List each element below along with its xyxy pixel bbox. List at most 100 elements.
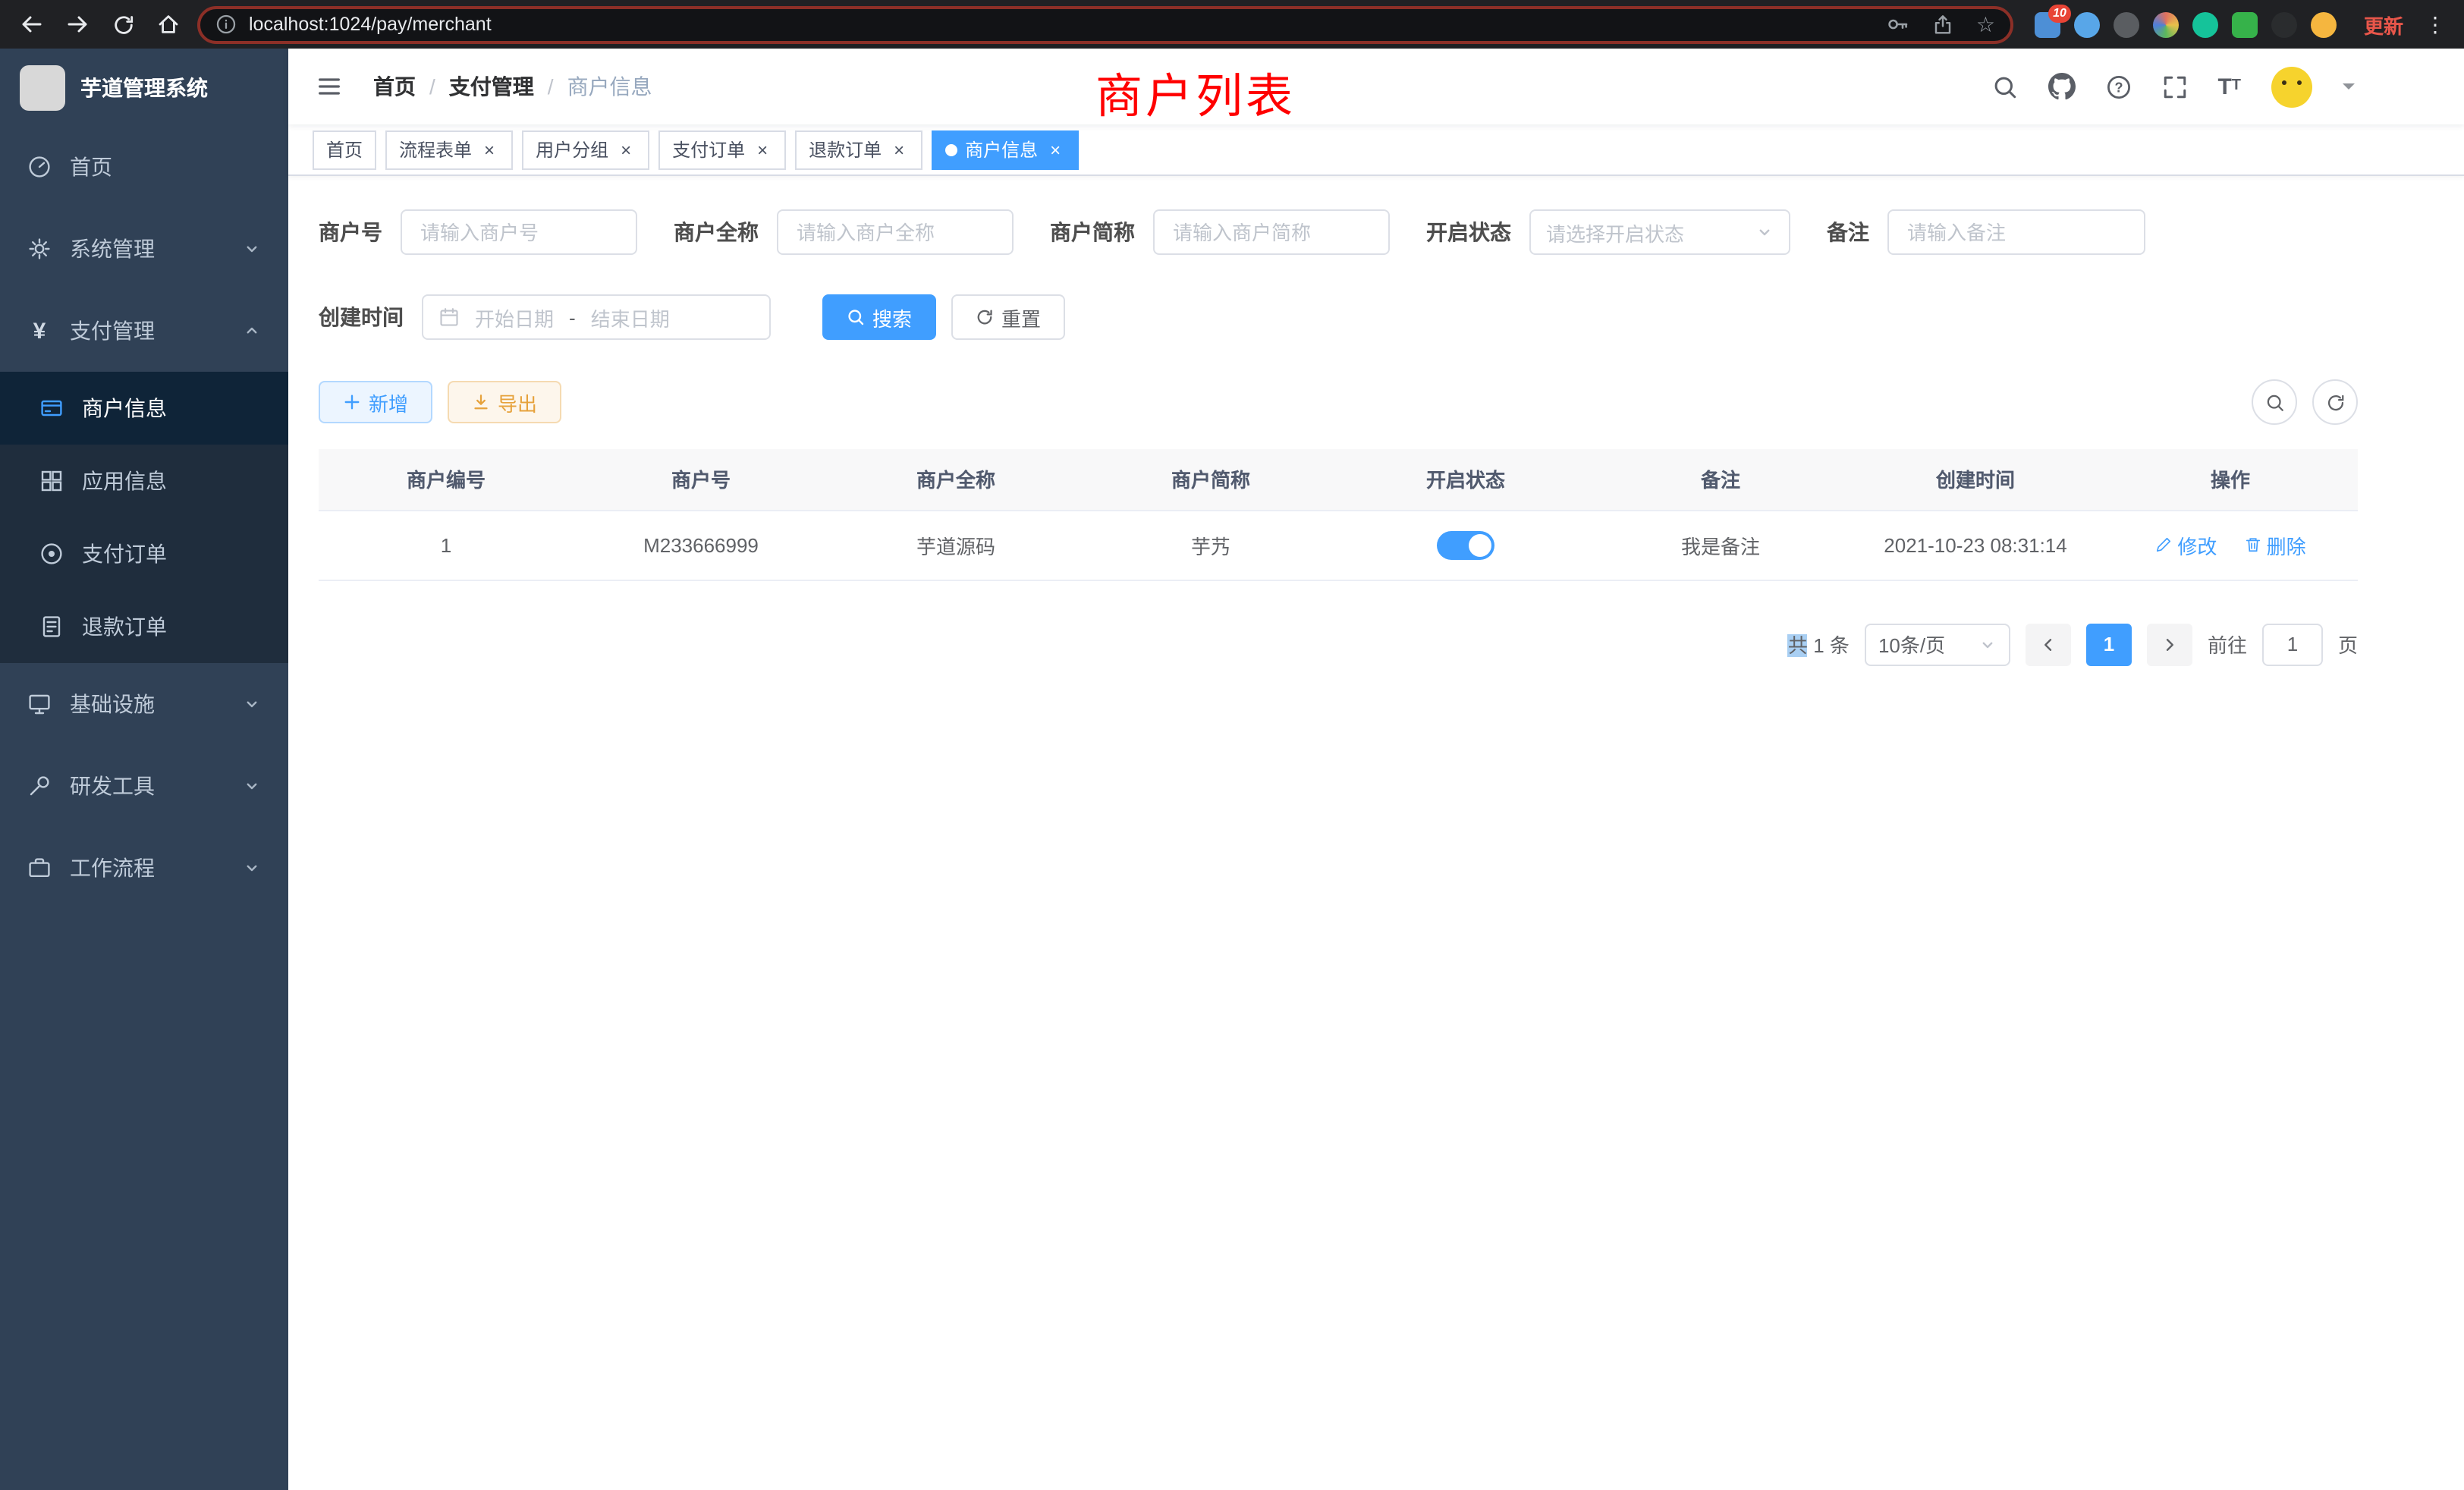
tab-merchant-info[interactable]: 商户信息 × <box>932 130 1079 169</box>
page-size-select[interactable]: 10条/页 <box>1865 623 2010 665</box>
logo-avatar <box>20 64 65 110</box>
target-icon <box>39 542 64 566</box>
merchant-no-input[interactable] <box>401 209 637 255</box>
search-icon[interactable] <box>1991 74 2017 99</box>
start-date-placeholder: 开始日期 <box>475 303 554 332</box>
edit-link[interactable]: 修改 <box>2154 530 2217 559</box>
close-icon[interactable]: × <box>479 140 499 159</box>
extension-icon-4[interactable] <box>2153 11 2179 37</box>
user-avatar[interactable] <box>2271 66 2312 107</box>
cell-status <box>1338 510 1593 580</box>
cell-full-name: 芋道源码 <box>828 510 1083 580</box>
fullscreen-icon[interactable] <box>2161 74 2187 99</box>
sidebar-item-merchant-info[interactable]: 商户信息 <box>0 372 288 445</box>
cell-short-name: 芋艿 <box>1083 510 1338 580</box>
share-icon[interactable] <box>1932 13 1955 36</box>
filter-label: 商户简称 <box>1050 217 1135 247</box>
close-icon[interactable]: × <box>753 140 772 159</box>
tab-label: 商户信息 <box>965 137 1038 162</box>
extension-icon-6[interactable] <box>2232 11 2258 37</box>
total-count: 1 <box>1813 634 1824 657</box>
toggle-search-button[interactable] <box>2252 379 2297 425</box>
remark-input[interactable] <box>1887 209 2145 255</box>
page-number-button[interactable]: 1 <box>2086 623 2132 665</box>
prev-page-button[interactable] <box>2026 623 2071 665</box>
delete-link[interactable]: 删除 <box>2244 530 2306 559</box>
refresh-table-button[interactable] <box>2312 379 2358 425</box>
export-button-label: 导出 <box>498 388 537 417</box>
url-bar[interactable]: localhost:1024/pay/merchant ☆ <box>197 5 2013 43</box>
site-info-icon[interactable] <box>215 14 237 35</box>
close-icon[interactable]: × <box>616 140 636 159</box>
browser-update-button[interactable]: 更新 <box>2364 10 2403 39</box>
tab-label: 首页 <box>326 137 363 162</box>
tags-view-bar: 首页 流程表单 × 用户分组 × 支付订单 × 退款订单 × <box>288 124 2464 176</box>
status-select[interactable]: 请选择开启状态 <box>1529 209 1790 255</box>
browser-menu-icon[interactable]: ⋮ <box>2422 11 2449 37</box>
extension-icon-3[interactable] <box>2114 11 2139 37</box>
document-icon <box>39 615 64 639</box>
breadcrumb-separator: / <box>548 74 554 99</box>
add-button[interactable]: 新增 <box>319 381 432 423</box>
goto-unit: 页 <box>2338 630 2358 659</box>
browser-refresh-icon[interactable] <box>106 8 140 41</box>
tab-process-form[interactable]: 流程表单 × <box>385 130 513 169</box>
password-key-icon[interactable] <box>1887 12 1911 36</box>
sidebar-item-dev-tools[interactable]: 研发工具 <box>0 745 288 827</box>
sidebar-item-workflow[interactable]: 工作流程 <box>0 827 288 909</box>
breadcrumb-item-payment[interactable]: 支付管理 <box>449 71 534 102</box>
cell-merchant-id: 1 <box>319 510 574 580</box>
tab-pay-order[interactable]: 支付订单 × <box>658 130 786 169</box>
next-page-button[interactable] <box>2147 623 2192 665</box>
close-icon[interactable]: × <box>889 140 909 159</box>
extension-icon-8[interactable] <box>2311 11 2337 37</box>
github-icon[interactable] <box>2048 73 2075 100</box>
sidebar-toggle-icon[interactable] <box>313 70 346 103</box>
bookmark-star-icon[interactable]: ☆ <box>1976 14 1995 35</box>
column-header: 开启状态 <box>1338 449 1593 510</box>
page-content: 商户号 商户全称 商户简称 开启状态 请选择开启状态 <box>288 176 2464 1490</box>
sidebar-item-system[interactable]: 系统管理 <box>0 208 288 290</box>
export-button[interactable]: 导出 <box>448 381 561 423</box>
reset-button[interactable]: 重置 <box>951 294 1065 340</box>
help-icon[interactable]: ? <box>2105 74 2131 99</box>
toggle-knob <box>1469 533 1491 556</box>
browser-chrome: localhost:1024/pay/merchant ☆ 10 更新 ⋮ <box>0 0 2464 49</box>
sidebar-item-app-info[interactable]: 应用信息 <box>0 445 288 517</box>
browser-forward-icon[interactable] <box>61 8 94 41</box>
font-size-icon[interactable]: TT <box>2217 75 2241 98</box>
sidebar-item-pay-order[interactable]: 支付订单 <box>0 517 288 590</box>
goto-label: 前往 <box>2208 630 2247 659</box>
column-header: 操作 <box>2103 449 2358 510</box>
extension-icon-2[interactable] <box>2074 11 2100 37</box>
sidebar-item-infrastructure[interactable]: 基础设施 <box>0 663 288 745</box>
date-range-picker[interactable]: 开始日期 - 结束日期 <box>422 294 771 340</box>
goto-page-input[interactable] <box>2262 623 2323 665</box>
search-button[interactable]: 搜索 <box>822 294 936 340</box>
svg-text:?: ? <box>2114 79 2123 94</box>
sidebar-item-home[interactable]: 首页 <box>0 126 288 208</box>
chevron-down-icon[interactable] <box>2343 83 2355 96</box>
tab-label: 用户分组 <box>536 137 608 162</box>
sidebar-item-payment[interactable]: ¥ 支付管理 <box>0 290 288 372</box>
column-header: 商户全称 <box>828 449 1083 510</box>
extension-icon-5[interactable] <box>2192 11 2218 37</box>
short-name-input[interactable] <box>1153 209 1390 255</box>
full-name-input[interactable] <box>777 209 1014 255</box>
extension-icon-1[interactable]: 10 <box>2035 11 2060 37</box>
filter-row-2: 创建时间 开始日期 - 结束日期 搜索 <box>319 294 2358 340</box>
breadcrumb-item-home[interactable]: 首页 <box>373 71 416 102</box>
tab-label: 退款订单 <box>809 137 882 162</box>
breadcrumb-separator: / <box>429 74 435 99</box>
tab-refund-order[interactable]: 退款订单 × <box>795 130 922 169</box>
extension-icon-7[interactable] <box>2271 11 2297 37</box>
close-icon[interactable]: × <box>1045 140 1065 159</box>
tab-home[interactable]: 首页 <box>313 130 376 169</box>
tab-user-group[interactable]: 用户分组 × <box>522 130 649 169</box>
browser-back-icon[interactable] <box>15 8 49 41</box>
browser-home-icon[interactable] <box>152 8 185 41</box>
sidebar-item-refund-order[interactable]: 退款订单 <box>0 590 288 663</box>
status-toggle[interactable] <box>1437 530 1494 559</box>
date-separator: - <box>569 306 576 328</box>
column-header: 备注 <box>1593 449 1848 510</box>
